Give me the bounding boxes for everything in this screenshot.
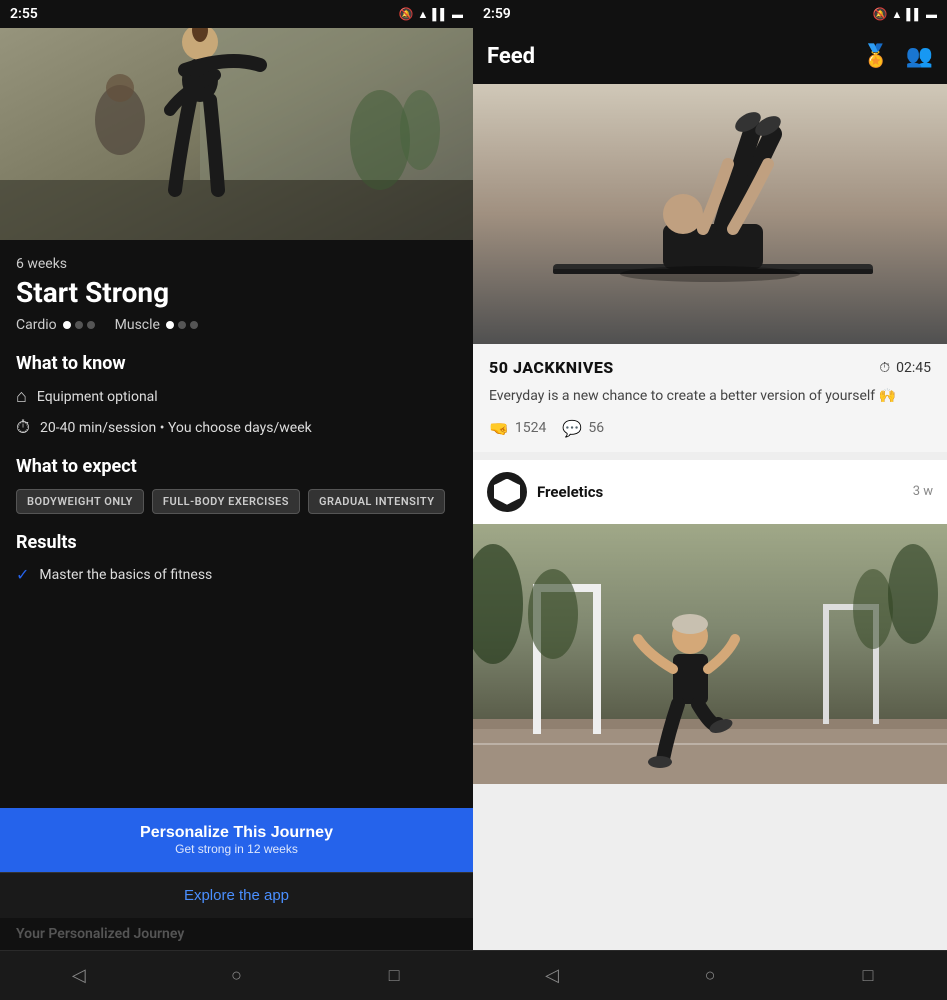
right-feed[interactable]: 50 JACKKNIVES ⏱ 02:45 Everyday is a new … — [473, 84, 947, 950]
muscle-label: Muscle — [115, 317, 160, 333]
tag-full-body: FULL-BODY EXERCISES — [152, 489, 300, 514]
right-time: 2:59 — [483, 6, 511, 22]
muscle-dot-1 — [166, 321, 174, 329]
what-to-expect-title: What to expect — [16, 456, 457, 477]
duration-label: 20-40 min/session • You choose days/week — [40, 420, 312, 436]
workout-time-container: ⏱ 02:45 — [879, 360, 931, 376]
what-to-expect-section: What to expect — [16, 456, 457, 477]
right-nav-bar: ◁ ○ □ — [473, 950, 947, 1000]
right-status-icons: 🔕 ▲ ▌▌ ▬ — [873, 7, 937, 21]
personalize-label: Personalize This Journey — [140, 824, 333, 842]
nav-home-left[interactable]: ○ — [224, 964, 248, 988]
right-battery-icon: ▬ — [926, 8, 937, 21]
check-icon: ✓ — [16, 565, 29, 584]
right-wifi-icon: ▲ — [892, 8, 903, 21]
people-icon[interactable]: 👥 — [906, 44, 933, 69]
likes-stat[interactable]: 🤜 1524 — [489, 419, 546, 438]
post-info: Freeletics — [537, 483, 913, 501]
comments-count: 56 — [588, 420, 604, 436]
clock-icon-small: ⏱ — [879, 360, 890, 376]
result-item-1: ✓ Master the basics of fitness — [16, 565, 457, 584]
home-icon: ⌂ — [16, 386, 27, 407]
equipment-info: ⌂ Equipment optional — [16, 386, 457, 407]
left-bottom-buttons: Personalize This Journey Get strong in 1… — [0, 808, 473, 950]
likes-count: 1524 — [515, 420, 546, 436]
feed-title: Feed — [487, 44, 862, 69]
left-status-icons: 🔕 ▲ ▌▌ ▬ — [399, 7, 463, 21]
workout-description: Everyday is a new chance to create a bet… — [489, 387, 931, 407]
muscle-dots — [166, 321, 198, 329]
equipment-label: Equipment optional — [37, 389, 158, 405]
ghost-text: Your Personalized Journey — [0, 918, 473, 950]
medal-icon[interactable]: 🏅 — [862, 44, 889, 69]
duration-info: ⏱ 20-40 min/session • You choose days/we… — [16, 417, 457, 438]
mute-icon: 🔕 — [399, 7, 414, 21]
muscle-dot-2 — [178, 321, 186, 329]
right-status-bar: 2:59 🔕 ▲ ▌▌ ▬ — [473, 0, 947, 28]
comments-icon: 💬 — [562, 419, 582, 438]
post-image — [473, 524, 947, 784]
post-avatar — [487, 472, 527, 512]
feed-post: Freeletics 3 w — [473, 460, 947, 784]
workout-card-header: 50 JACKKNIVES ⏱ 02:45 — [489, 358, 931, 377]
post-header: Freeletics 3 w — [473, 460, 947, 524]
cardio-dots — [63, 321, 95, 329]
cardio-intensity: Cardio — [16, 317, 95, 333]
workout-card: 50 JACKKNIVES ⏱ 02:45 Everyday is a new … — [473, 344, 947, 452]
post-username: Freeletics — [537, 483, 913, 501]
cardio-dot-3 — [87, 321, 95, 329]
right-mute-icon: 🔕 — [873, 7, 888, 21]
nav-home-right[interactable]: ○ — [698, 964, 722, 988]
right-signal-icon: ▌▌ — [906, 8, 922, 21]
program-title: Start Strong — [16, 276, 457, 309]
workout-time-value: 02:45 — [896, 360, 931, 376]
personalize-subtext: Get strong in 12 weeks — [175, 842, 298, 856]
feed-hero-svg — [473, 84, 947, 344]
nav-back-left[interactable]: ◁ — [67, 964, 91, 988]
clock-icon: ⏱ — [16, 417, 30, 438]
results-title: Results — [16, 532, 457, 553]
left-content: 6 weeks Start Strong Cardio Muscle — [0, 240, 473, 808]
left-nav-bar: ◁ ○ □ — [0, 950, 473, 1000]
workout-stats: 🤜 1524 💬 56 — [489, 419, 931, 438]
explore-label: Explore the app — [184, 887, 289, 904]
weeks-label: 6 weeks — [16, 256, 457, 272]
cardio-label: Cardio — [16, 317, 57, 333]
right-panel: 2:59 🔕 ▲ ▌▌ ▬ Feed 🏅 👥 — [473, 0, 947, 1000]
likes-icon: 🤜 — [489, 419, 509, 438]
freeletics-logo — [494, 479, 520, 505]
post-time: 3 w — [913, 484, 933, 499]
nav-back-right[interactable]: ◁ — [540, 964, 564, 988]
tag-bodyweight: BODYWEIGHT ONLY — [16, 489, 144, 514]
left-hero-image — [0, 0, 473, 240]
tag-gradual: GRADUAL INTENSITY — [308, 489, 446, 514]
personalize-button[interactable]: Personalize This Journey Get strong in 1… — [0, 808, 473, 872]
wifi-icon: ▲ — [418, 8, 429, 21]
right-header: Feed 🏅 👥 — [473, 28, 947, 84]
muscle-dot-3 — [190, 321, 198, 329]
workout-name: 50 JACKKNIVES — [489, 358, 614, 377]
tag-row: BODYWEIGHT ONLY FULL-BODY EXERCISES GRAD… — [16, 489, 457, 514]
left-panel: 2:55 🔕 ▲ ▌▌ ▬ — [0, 0, 473, 1000]
hero-svg — [0, 0, 473, 240]
result-label-1: Master the basics of fitness — [39, 567, 212, 583]
post-image-svg — [473, 524, 947, 784]
signal-icon: ▌▌ — [432, 8, 448, 21]
header-icons: 🏅 👥 — [862, 44, 933, 69]
nav-recent-left[interactable]: □ — [382, 964, 406, 988]
left-status-bar: 2:55 🔕 ▲ ▌▌ ▬ — [0, 0, 473, 28]
what-to-know-title: What to know — [16, 353, 457, 374]
explore-button[interactable]: Explore the app — [0, 872, 473, 918]
feed-hero-image — [473, 84, 947, 344]
cardio-dot-1 — [63, 321, 71, 329]
intensity-row: Cardio Muscle — [16, 317, 457, 333]
left-time: 2:55 — [10, 6, 38, 22]
results-section: Results ✓ Master the basics of fitness — [16, 532, 457, 584]
cardio-dot-2 — [75, 321, 83, 329]
comments-stat[interactable]: 💬 56 — [562, 419, 604, 438]
nav-recent-right[interactable]: □ — [856, 964, 880, 988]
muscle-intensity: Muscle — [115, 317, 198, 333]
battery-icon: ▬ — [452, 8, 463, 21]
